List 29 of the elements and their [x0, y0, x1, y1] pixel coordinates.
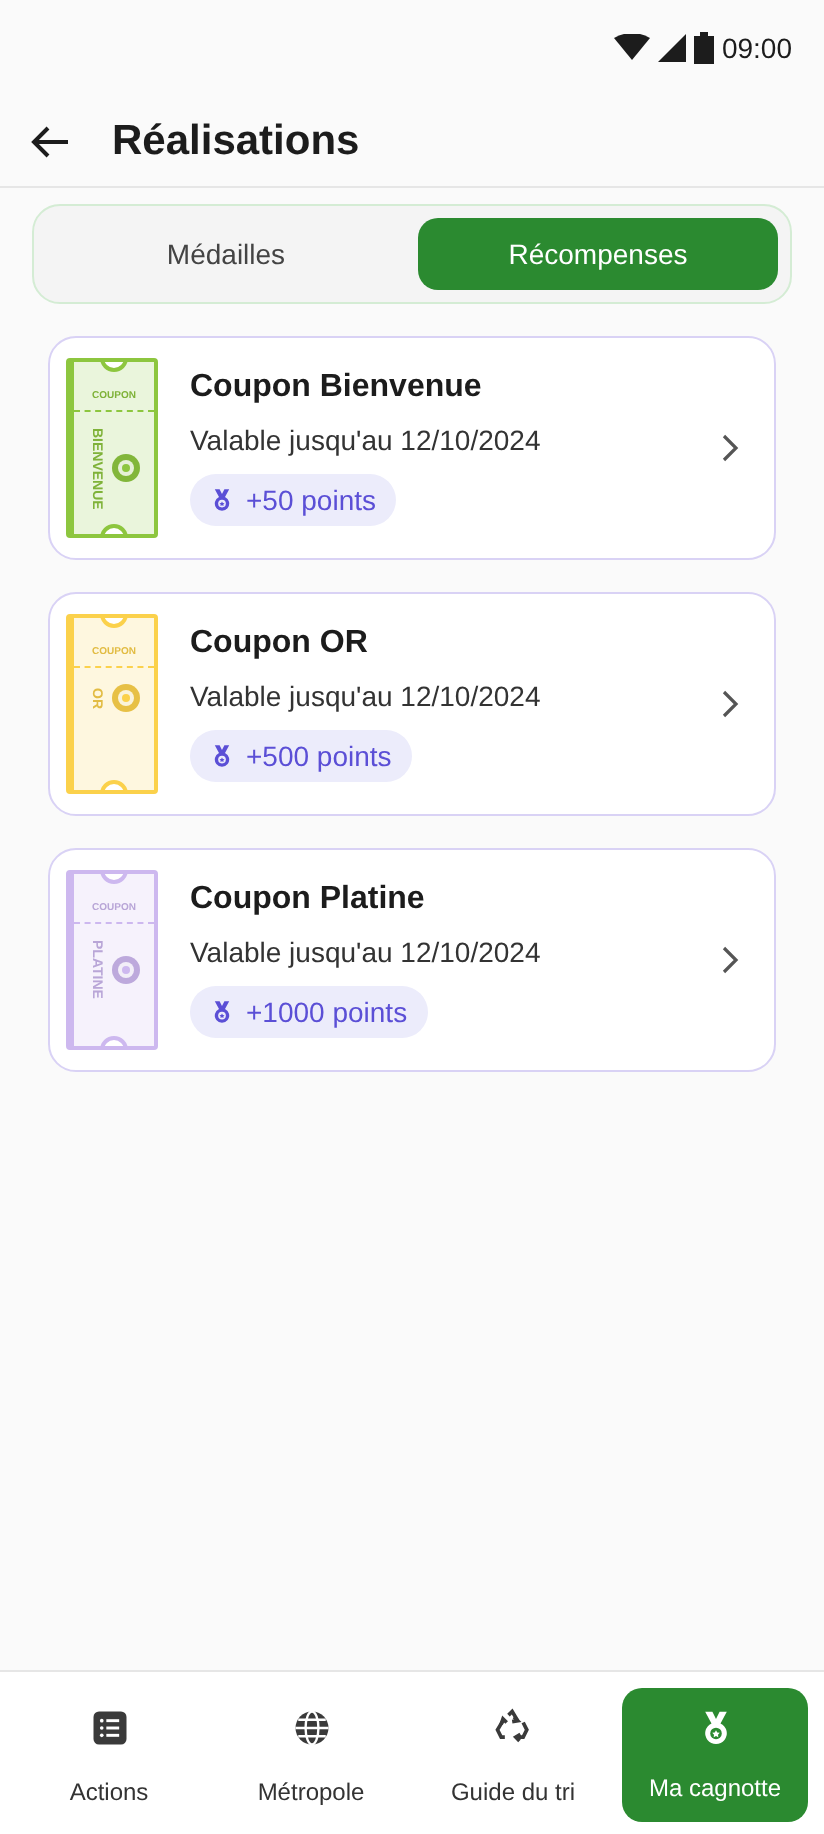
medal-icon [210, 488, 234, 512]
coupon-title: Coupon OR [190, 626, 368, 662]
nav-item[interactable]: Actions [16, 1688, 202, 1822]
page-title: Réalisations [112, 117, 360, 165]
validity-date: Valable jusqu'au 12/10/2024 [190, 936, 541, 968]
tab[interactable]: Récompenses [418, 218, 778, 290]
points-badge: +50 points [190, 474, 396, 526]
tab[interactable]: Médailles [46, 218, 406, 290]
coin-icon [111, 454, 139, 483]
medal-icon [210, 1000, 234, 1024]
nav-item[interactable]: Ma cagnotte [622, 1688, 808, 1822]
validity-date: Valable jusqu'au 12/10/2024 [190, 680, 541, 712]
coupon-title: Coupon Platine [190, 882, 425, 918]
chevron-right-icon [718, 688, 742, 720]
coupon-title: Coupon Bienvenue [190, 370, 482, 406]
coin-icon [111, 955, 139, 984]
nav-item[interactable]: Guide du tri [420, 1688, 606, 1822]
points-badge: +1000 points [190, 986, 428, 1038]
chevron-right-icon [718, 944, 742, 976]
points-badge: +500 points [190, 730, 412, 782]
medal-icon [210, 744, 234, 768]
wifi-icon [613, 34, 650, 62]
status-time: 09:00 [721, 32, 792, 64]
chevron-right-icon [718, 432, 742, 464]
coin-icon [111, 684, 139, 712]
signal-icon [657, 34, 686, 62]
nav-item[interactable]: Métropole [218, 1688, 404, 1822]
validity-date: Valable jusqu'au 12/10/2024 [190, 424, 541, 456]
battery-icon [693, 32, 714, 64]
